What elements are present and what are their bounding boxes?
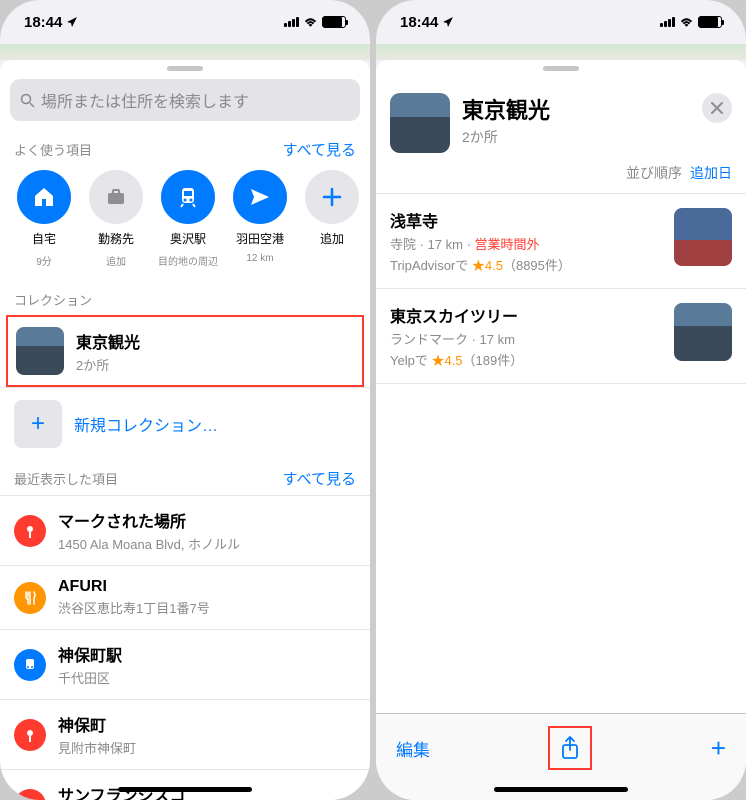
pin-icon	[14, 789, 46, 800]
screen-left: 18:44 場所または住所を検索します よく使う項目 すべて見る 自宅 9分	[0, 0, 370, 800]
search-input[interactable]: 場所または住所を検索します	[10, 79, 360, 121]
search-icon	[20, 93, 35, 108]
food-icon	[14, 582, 46, 614]
favorite-add[interactable]: 追加	[296, 170, 368, 268]
grabber[interactable]	[543, 66, 579, 71]
status-bar: 18:44	[0, 0, 370, 44]
grabber[interactable]	[167, 66, 203, 71]
favorites-row: 自宅 9分 勤務先 追加 奥沢駅 目的地の周辺 羽田空港 12 km 追加	[0, 166, 370, 282]
airplane-icon	[248, 185, 272, 209]
collection-item-tokyo[interactable]: 東京観光 2か所	[6, 315, 364, 387]
share-icon	[560, 736, 580, 760]
train-icon	[176, 185, 200, 209]
location-icon	[442, 16, 454, 28]
favorite-home[interactable]: 自宅 9分	[8, 170, 80, 268]
recent-item[interactable]: 神保町見附市神保町	[0, 699, 370, 769]
share-button[interactable]	[548, 726, 592, 770]
recent-item[interactable]: マークされた場所1450 Ala Moana Blvd, ホノルル	[0, 495, 370, 565]
map-background	[376, 44, 746, 60]
collection-detail-card: 東京観光 2か所 並び順序 追加日 浅草寺 寺院 · 17 km · 営業時間外…	[376, 60, 746, 800]
collections-header: コレクション	[0, 282, 370, 315]
map-background	[0, 44, 370, 60]
place-thumb	[674, 303, 732, 361]
favorites-see-all[interactable]: すべて見る	[283, 139, 356, 160]
collection-title: 東京観光	[462, 93, 550, 125]
plus-icon: +	[14, 400, 62, 448]
wifi-icon	[303, 16, 318, 28]
location-icon	[66, 16, 78, 28]
favorite-station[interactable]: 奥沢駅 目的地の周辺	[152, 170, 224, 268]
status-time: 18:44	[24, 14, 62, 31]
search-placeholder: 場所または住所を検索します	[41, 88, 249, 112]
recent-item[interactable]: サンフランシスコアメリカ合衆国	[0, 769, 370, 800]
recents-header: 最近表示した項目 すべて見る	[0, 460, 370, 495]
add-button[interactable]: +	[711, 733, 726, 764]
favorite-work[interactable]: 勤務先 追加	[80, 170, 152, 268]
signal-icon	[660, 17, 675, 27]
pin-icon	[14, 515, 46, 547]
new-collection-button[interactable]: + 新規コレクション…	[0, 387, 370, 460]
edit-button[interactable]: 編集	[396, 736, 430, 761]
close-icon	[711, 102, 723, 114]
plus-icon	[321, 186, 343, 208]
status-time: 18:44	[400, 14, 438, 31]
home-icon	[32, 185, 56, 209]
wifi-icon	[679, 16, 694, 28]
home-indicator[interactable]	[118, 787, 252, 792]
signal-icon	[284, 17, 299, 27]
search-card: 場所または住所を検索します よく使う項目 すべて見る 自宅 9分 勤務先 追加 …	[0, 60, 370, 800]
briefcase-icon	[104, 185, 128, 209]
recents-see-all[interactable]: すべて見る	[283, 468, 356, 489]
status-bar: 18:44	[376, 0, 746, 44]
pin-icon	[14, 719, 46, 751]
place-item[interactable]: 東京スカイツリー ランドマーク · 17 km Yelpで ★4.5（189件）	[376, 288, 746, 383]
place-item[interactable]: 浅草寺 寺院 · 17 km · 営業時間外 TripAdvisorで ★4.5…	[376, 193, 746, 288]
transit-icon	[14, 649, 46, 681]
recent-item[interactable]: 神保町駅千代田区	[0, 629, 370, 699]
screen-right: 18:44 東京観光 2か所 並び順序 追加日	[376, 0, 746, 800]
sort-control[interactable]: 並び順序 追加日	[376, 159, 746, 193]
close-button[interactable]	[702, 93, 732, 123]
collection-thumb	[390, 93, 450, 153]
recent-item[interactable]: AFURI渋谷区恵比寿1丁目1番7号	[0, 565, 370, 629]
collection-thumb	[16, 327, 64, 375]
collection-count: 2か所	[462, 127, 550, 147]
favorite-airport[interactable]: 羽田空港 12 km	[224, 170, 296, 268]
battery-icon	[698, 16, 722, 28]
place-thumb	[674, 208, 732, 266]
home-indicator[interactable]	[494, 787, 628, 792]
favorites-header: よく使う項目 すべて見る	[0, 131, 370, 166]
battery-icon	[322, 16, 346, 28]
